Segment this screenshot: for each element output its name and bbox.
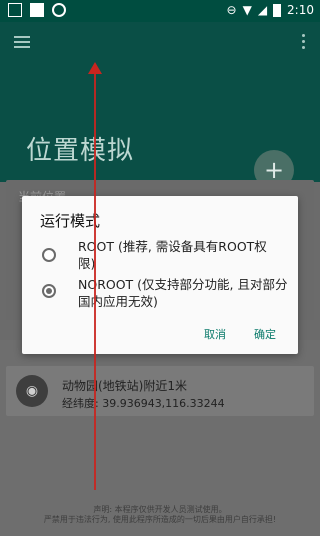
noroot-radio[interactable] — [42, 284, 56, 298]
time: 2:10 — [287, 3, 314, 17]
location-pin-icon: ◉ — [16, 375, 48, 407]
disclaimer-line2: 严禁用于违法行为, 使用此程序所造成的一切后果由用户自行承担! — [43, 515, 277, 524]
notification-icon — [30, 3, 44, 17]
menu-icon[interactable] — [14, 36, 30, 48]
root-option-label[interactable]: ROOT (推荐, 需设备具有ROOT权限) — [78, 238, 278, 272]
wifi-icon: ▼ — [242, 3, 252, 17]
dnd-icon: ⊖ — [226, 3, 237, 17]
overflow-menu-icon[interactable] — [302, 34, 306, 52]
place-name: 动物园(地铁站)附近1米 — [62, 379, 187, 393]
disclaimer: 声明: 本程序仅供开发人员测试使用。 严禁用于违法行为, 使用此程序所造成的一切… — [0, 505, 320, 525]
page-title: 位置模拟 — [26, 136, 135, 166]
root-radio[interactable] — [42, 248, 56, 262]
red-arrow-head — [88, 62, 102, 74]
status-bar: ⊖ ▼ ◢ 2:10 — [0, 0, 320, 22]
cancel-button[interactable]: 取消 — [204, 326, 226, 342]
confirm-button[interactable]: 确定 — [254, 326, 276, 342]
battery-icon — [273, 3, 282, 17]
place-coordinates: 经纬度: 39.936943,116.33244 — [62, 397, 225, 410]
signal-icon: ◢ — [257, 3, 268, 17]
noroot-option-label[interactable]: NOROOT (仅支持部分功能, 且对部分国内应用无效) — [78, 276, 288, 310]
notification-icon — [8, 3, 22, 17]
disclaimer-line1: 声明: 本程序仅供开发人员测试使用。 — [93, 505, 227, 514]
sync-icon — [52, 3, 66, 17]
red-arrow-line — [94, 70, 96, 490]
run-mode-dialog: 运行模式 ROOT (推荐, 需设备具有ROOT权限) NOROOT (仅支持部… — [22, 196, 298, 354]
dialog-title: 运行模式 — [40, 212, 101, 230]
